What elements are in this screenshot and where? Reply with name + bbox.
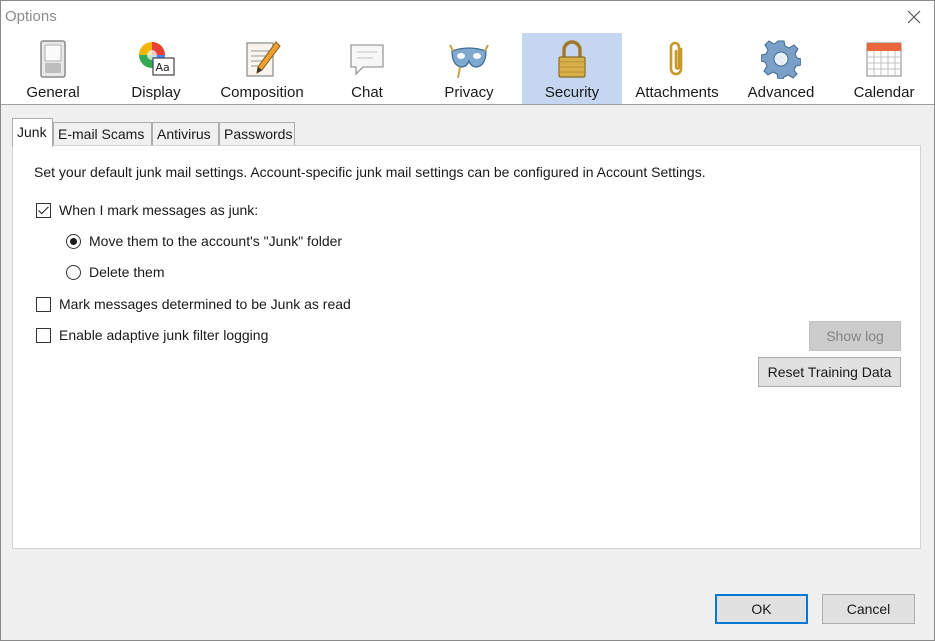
mark-as-junk-label: When I mark messages as junk:	[59, 202, 259, 218]
checkbox-box[interactable]	[36, 296, 51, 312]
radio-circle[interactable]	[66, 264, 81, 280]
pane-label: Advanced	[747, 84, 815, 101]
pane-composition[interactable]: Composition	[212, 33, 312, 104]
pane-calendar[interactable]: Calendar	[834, 33, 934, 104]
mark-as-junk-checkbox[interactable]: When I mark messages as junk:	[36, 202, 258, 218]
tab-junk[interactable]: Junk	[12, 118, 53, 147]
pane-security[interactable]: Security	[522, 33, 622, 104]
radio-circle[interactable]	[66, 233, 81, 249]
mask-icon	[449, 44, 489, 79]
pane-label: Calendar	[853, 84, 915, 101]
adaptive-logging-checkbox[interactable]: Enable adaptive junk filter logging	[36, 327, 268, 343]
color-wheel-font-icon: Aa	[139, 42, 175, 76]
junk-panel: Set your default junk mail settings. Acc…	[12, 145, 921, 549]
show-log-button[interactable]: Show log	[809, 321, 901, 351]
pane-display[interactable]: Aa Display	[106, 33, 206, 104]
tab-email-scams[interactable]: E-mail Scams	[53, 122, 152, 146]
pane-label: Chat	[351, 84, 383, 101]
title-bar: Options	[1, 1, 934, 33]
speech-bubble-icon	[350, 44, 384, 76]
close-button[interactable]	[902, 5, 926, 29]
padlock-icon	[558, 40, 586, 78]
adaptive-logging-label: Enable adaptive junk filter logging	[59, 327, 269, 343]
junk-description: Set your default junk mail settings. Acc…	[34, 164, 706, 180]
pane-label: General	[26, 84, 80, 101]
notepad-pencil-icon	[246, 41, 281, 77]
pane-general[interactable]: General	[3, 33, 103, 104]
svg-text:Aa: Aa	[156, 61, 170, 74]
switch-icon	[40, 40, 66, 78]
checkbox-box[interactable]	[36, 327, 51, 343]
pane-label: Privacy	[444, 84, 494, 101]
gear-icon	[761, 40, 801, 79]
reset-training-data-button[interactable]: Reset Training Data	[758, 357, 901, 387]
window-title: Options	[5, 8, 57, 25]
move-to-junk-label: Move them to the account's "Junk" folder	[89, 233, 343, 249]
tab-antivirus[interactable]: Antivirus	[152, 122, 219, 146]
pane-privacy[interactable]: Privacy	[419, 33, 519, 104]
pane-label: Composition	[220, 84, 304, 101]
paperclip-icon	[669, 41, 683, 76]
checkbox-box[interactable]	[36, 202, 51, 218]
pane-label: Display	[131, 84, 181, 101]
tab-passwords[interactable]: Passwords	[219, 122, 295, 146]
mark-read-checkbox[interactable]: Mark messages determined to be Junk as r…	[36, 296, 351, 312]
pane-attachments[interactable]: Attachments	[627, 33, 727, 104]
move-to-junk-radio[interactable]: Move them to the account's "Junk" folder	[66, 233, 342, 249]
ok-button[interactable]: OK	[715, 594, 808, 624]
delete-them-radio[interactable]: Delete them	[66, 264, 164, 280]
pane-chat[interactable]: Chat	[317, 33, 417, 104]
mark-read-label: Mark messages determined to be Junk as r…	[59, 296, 351, 312]
pane-advanced[interactable]: Advanced	[731, 33, 831, 104]
pane-label: Security	[544, 84, 600, 101]
pane-label: Attachments	[635, 84, 719, 101]
options-dialog: Options General Aa Display Composition C…	[0, 0, 935, 641]
pane-selector: General Aa Display Composition Chat Priv…	[1, 33, 934, 105]
close-icon	[907, 10, 921, 24]
delete-them-label: Delete them	[89, 264, 165, 280]
cancel-button[interactable]: Cancel	[822, 594, 915, 624]
calendar-icon	[866, 42, 902, 77]
